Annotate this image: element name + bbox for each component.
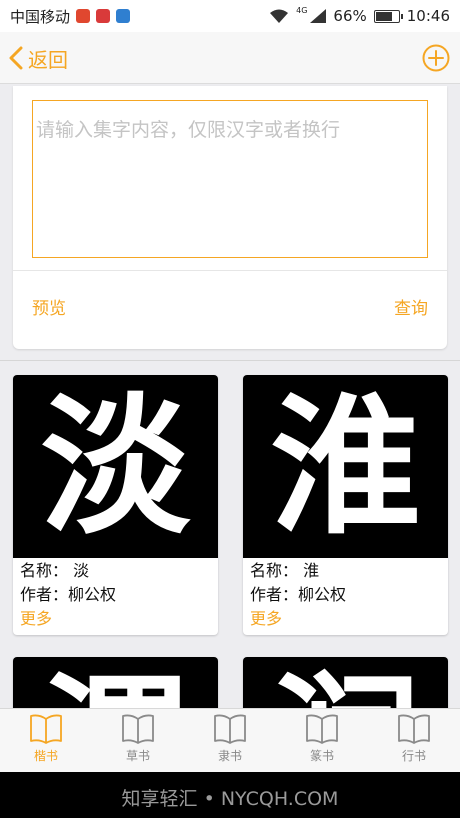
signal-icon (310, 9, 327, 23)
tab-label: 楷书 (33, 749, 58, 763)
tab-bar: 楷书 草书 隶书 篆书 行书 (0, 708, 460, 772)
back-label: 返回 (28, 47, 68, 72)
collect-text-input[interactable] (32, 100, 428, 258)
divider (13, 270, 447, 271)
navigation-bar: 返回 (0, 32, 460, 84)
char-author: 柳公权 (298, 585, 347, 604)
input-card: 预览 查询 (13, 86, 447, 349)
clock: 10:46 (406, 7, 450, 25)
author-label: 作者： (20, 585, 69, 604)
char-card[interactable]: 淡 名称： 淡 作者：柳公权 更多 (13, 375, 218, 635)
status-bar: 中国移动 4G 66% 10:46 (0, 0, 460, 32)
tab-label: 草书 (125, 749, 150, 763)
section-divider (0, 360, 460, 361)
book-icon (30, 714, 62, 744)
book-icon (122, 714, 154, 744)
plus-circle-icon[interactable] (422, 44, 450, 72)
more-link[interactable]: 更多 (20, 607, 211, 631)
query-button[interactable]: 查询 (394, 294, 428, 319)
author-label: 作者： (250, 585, 299, 604)
chevron-left-icon (9, 46, 23, 70)
char-author-row: 作者：柳公权 (250, 583, 441, 607)
book-icon (306, 714, 338, 744)
book-icon (398, 714, 430, 744)
tab-xingshu[interactable]: 行书 (368, 709, 460, 772)
tab-zhuanshu[interactable]: 篆书 (276, 709, 368, 772)
battery-percent: 66% (333, 7, 367, 25)
char-card[interactable]: 淮 名称： 淮 作者：柳公权 更多 (243, 375, 448, 635)
book-icon (214, 714, 246, 744)
char-name-row: 名称： 淡 (20, 559, 211, 583)
char-author-row: 作者：柳公权 (20, 583, 211, 607)
gallery-app-icon (116, 9, 131, 23)
network-type-label: 4G (296, 5, 308, 15)
tab-label: 隶书 (217, 749, 242, 763)
tab-label: 行书 (401, 749, 426, 763)
more-link[interactable]: 更多 (250, 607, 441, 631)
tab-caoshu[interactable]: 草书 (92, 709, 184, 772)
name-label: 名称： (20, 561, 69, 580)
char-name: 淮 (303, 561, 320, 580)
char-name-row: 名称： 淮 (250, 559, 441, 583)
tab-label: 篆书 (309, 749, 334, 763)
char-name: 淡 (73, 561, 90, 580)
name-label: 名称： (250, 561, 299, 580)
char-author: 柳公权 (68, 585, 117, 604)
watermark: 知享轻汇 • NYCQH.COM (121, 788, 339, 810)
wifi-icon (270, 9, 289, 23)
calligraphy-image: 淮 (243, 375, 448, 558)
battery-icon (373, 9, 403, 23)
tab-kaishu[interactable]: 楷书 (0, 709, 92, 772)
calligraphy-image: 淡 (13, 375, 218, 558)
back-button[interactable]: 返回 (8, 42, 68, 74)
tab-lishu[interactable]: 隶书 (184, 709, 276, 772)
carrier-label: 中国移动 (10, 7, 71, 26)
browser-app-icon (76, 9, 91, 23)
preview-button[interactable]: 预览 (32, 294, 66, 319)
mail-app-icon (96, 9, 111, 23)
